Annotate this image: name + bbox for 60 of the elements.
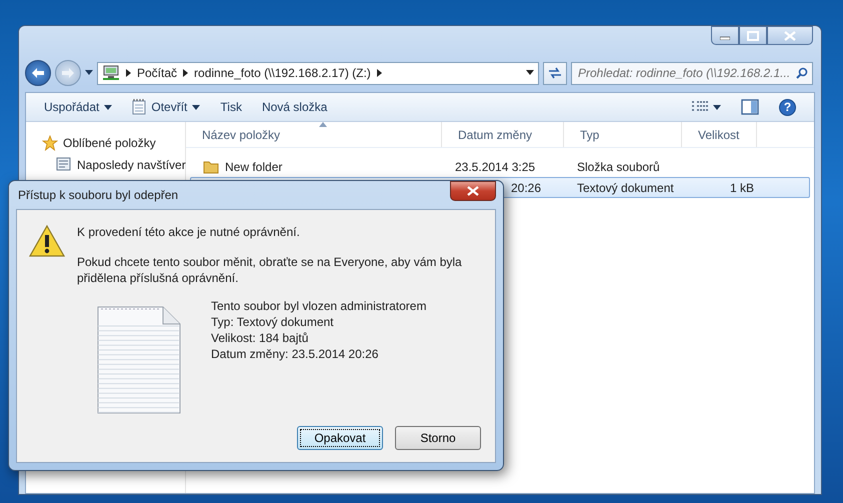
maximize-icon [747, 30, 759, 40]
file-detail-line: Typ: Textový dokument [211, 314, 335, 330]
column-header[interactable]: Typ [564, 122, 682, 147]
details-view-icon [692, 101, 708, 113]
breadcrumb-item[interactable]: Počítač [137, 64, 178, 82]
dialog-close-button[interactable] [450, 181, 496, 201]
dropdown-caret-icon[interactable] [85, 70, 93, 76]
forward-arrow-icon [61, 67, 75, 79]
file-detail-line: Velikost: 184 bajtů [211, 330, 310, 346]
dialog-heading: K provedení této akce je nutné oprávnění. [77, 224, 301, 240]
folder-icon [203, 160, 219, 174]
back-button[interactable] [25, 60, 51, 86]
search-field[interactable]: Prohledat: rodinne_foto (\\192.168.2.1... [571, 62, 813, 84]
file-type: Textový dokument [576, 180, 675, 196]
file-row[interactable]: New folder 23.5.2014 3:25 Složka souborů [190, 156, 810, 177]
close-icon [784, 30, 796, 40]
column-header[interactable]: Velikost [682, 122, 757, 147]
toolbar-button[interactable]: Otevřít [132, 98, 200, 116]
dropdown-caret-icon[interactable] [526, 70, 534, 76]
breadcrumb-item[interactable]: rodinne_foto (\\192.168.2.17) (Z:) [194, 64, 371, 82]
sidebar-item[interactable]: Naposledy navštíver [42, 154, 185, 176]
breadcrumb-arrow-icon [126, 69, 131, 77]
toolbar-button[interactable]: Tisk [220, 98, 242, 116]
minimize-button[interactable] [711, 26, 739, 45]
close-button[interactable] [767, 26, 813, 45]
dialog-title: Přístup k souboru byl odepřen [18, 187, 178, 204]
address-bar[interactable]: Počítač rodinne_foto (\\192.168.2.17) (Z:) [97, 62, 539, 84]
computer-icon [102, 65, 120, 81]
toolbar-button[interactable]: Nová složka [262, 98, 328, 116]
file-date: 20:26 [510, 180, 542, 196]
refresh-button[interactable] [543, 62, 567, 84]
file-detail-line: Datum změny: 23.5.2014 20:26 [211, 346, 380, 362]
file-name: New folder [225, 158, 282, 176]
star-icon [42, 135, 58, 151]
column-header[interactable]: Název položky [186, 122, 442, 147]
help-button[interactable]: ? [779, 98, 796, 116]
file-detail-line: Tento soubor byl vlozen administratorem [211, 298, 426, 314]
text-document-icon [97, 306, 181, 414]
file-date: 23.5.2014 3:25 [454, 158, 536, 176]
dialog-button[interactable]: Opakovat [297, 426, 383, 450]
view-options-button[interactable] [692, 101, 721, 113]
file-type: Složka souborů [576, 158, 661, 176]
dialog-button[interactable]: Storno [395, 426, 481, 450]
preview-pane-icon[interactable] [741, 99, 759, 115]
maximize-button[interactable] [739, 26, 767, 45]
column-header[interactable]: Datum změny [442, 122, 564, 147]
search-icon [796, 67, 808, 79]
dropdown-caret-icon [713, 104, 721, 110]
back-arrow-icon [31, 67, 45, 79]
warning-icon [29, 224, 65, 258]
recent-places-icon [56, 157, 72, 173]
breadcrumb-arrow-icon [376, 69, 382, 77]
dialog-message: Pokud chcete tento soubor měnit, obraťte se na Everyone, aby vám byla přidělena příslušná oprávnění. [77, 254, 463, 286]
close-icon [467, 186, 479, 196]
toolbar-button[interactable]: Uspořádat [44, 98, 112, 116]
notepad-icon [132, 99, 146, 115]
sidebar-item[interactable]: Oblíbené položky [42, 132, 185, 154]
breadcrumb-arrow-icon [183, 69, 188, 77]
file-size: 1 kB [728, 180, 755, 196]
refresh-icon [548, 67, 562, 79]
